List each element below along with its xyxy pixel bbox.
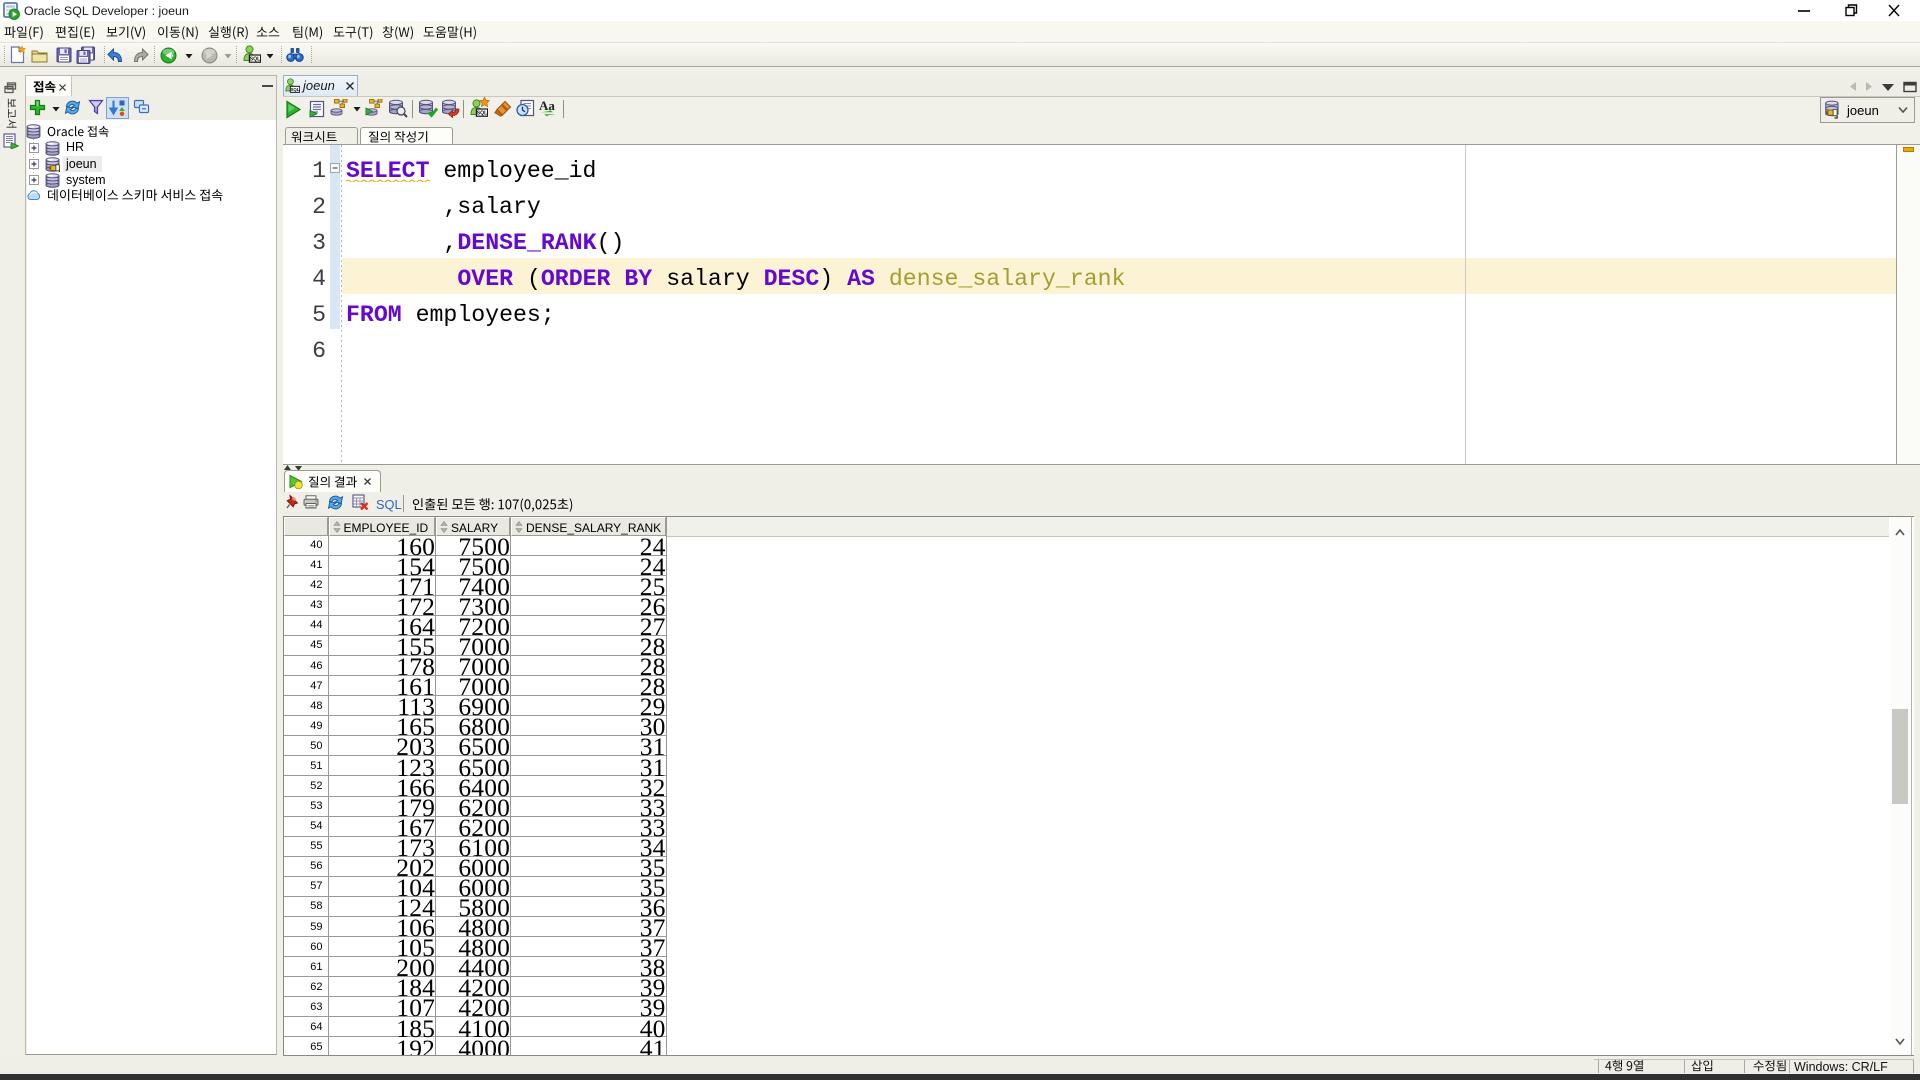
svg-text:SQL: SQL — [250, 57, 261, 63]
svg-text:SQL: SQL — [291, 87, 300, 92]
svg-text:SQL: SQL — [477, 111, 488, 117]
svg-text:Aa: Aa — [539, 99, 555, 113]
